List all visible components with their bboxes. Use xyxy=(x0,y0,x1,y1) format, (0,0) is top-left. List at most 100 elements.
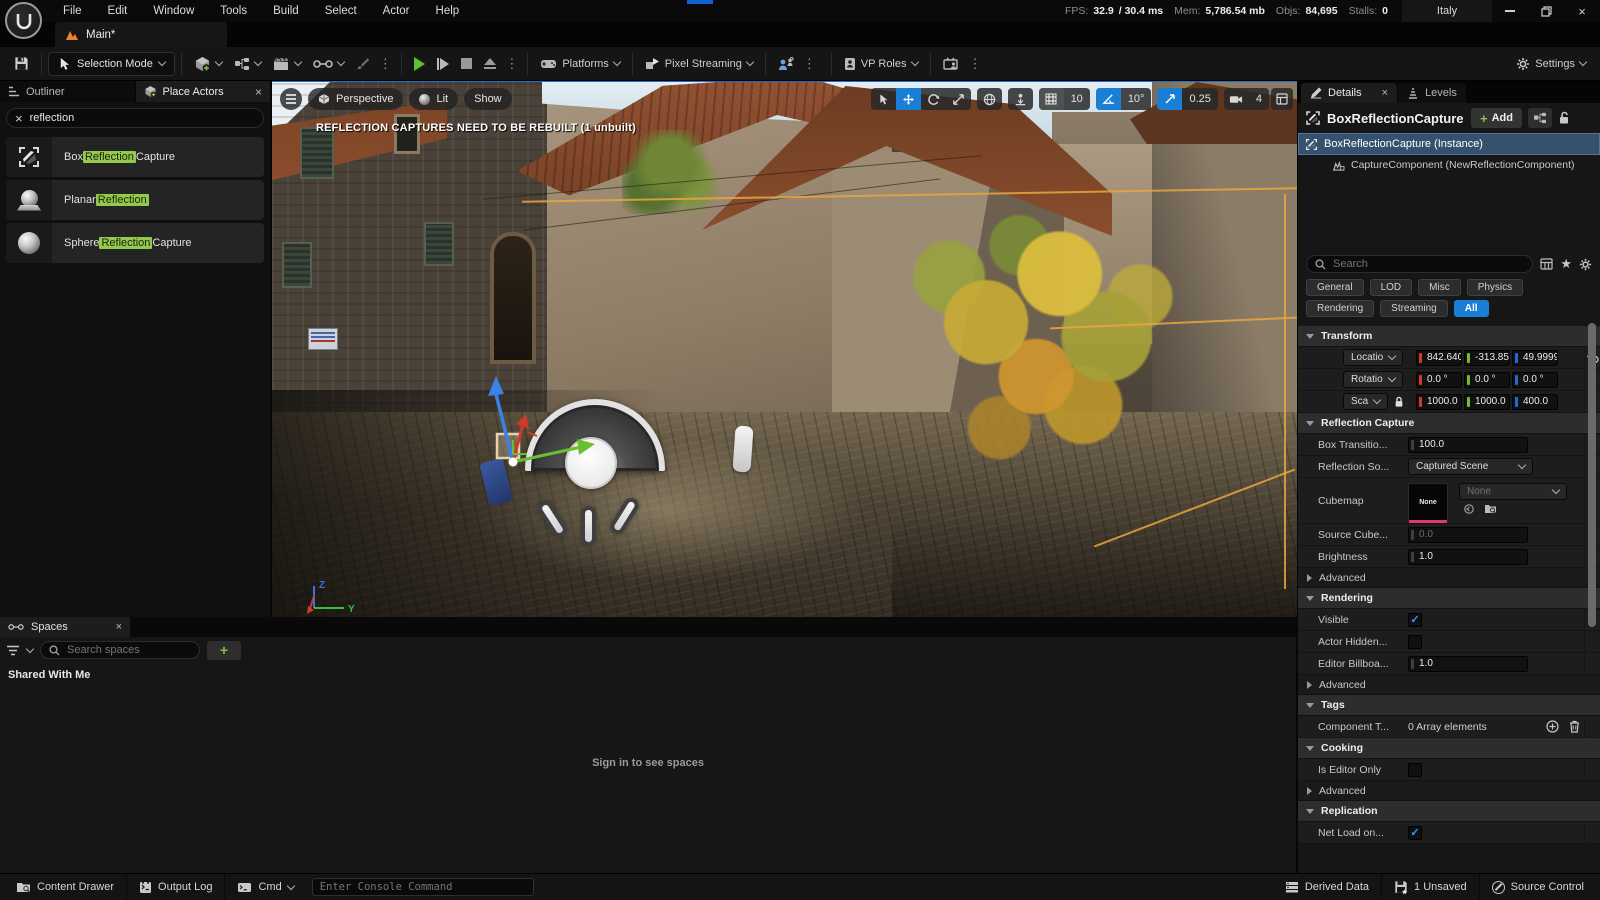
filter-streaming[interactable]: Streaming xyxy=(1380,300,1448,317)
console-input[interactable] xyxy=(320,881,526,893)
add-component-button[interactable]: + Add xyxy=(1471,108,1522,128)
visible-checkbox[interactable] xyxy=(1408,613,1422,627)
view-mode-dropdown[interactable]: Lit xyxy=(409,88,458,110)
source-control-button[interactable]: Source Control xyxy=(1480,874,1596,900)
section-replication[interactable]: Replication xyxy=(1298,801,1600,822)
play-options-menu[interactable]: ⋮ xyxy=(502,57,521,70)
platforms-dropdown[interactable]: Platforms xyxy=(534,52,625,76)
scale-type-dropdown[interactable]: Sca xyxy=(1343,393,1388,410)
transform-gizmo[interactable] xyxy=(477,372,617,482)
location-type-dropdown[interactable]: Locatio xyxy=(1343,349,1403,366)
filter-icon[interactable] xyxy=(6,645,20,656)
surface-snapping-button[interactable] xyxy=(1008,88,1033,110)
section-cooking[interactable]: Cooking xyxy=(1298,738,1600,759)
grid-snap-toggle[interactable] xyxy=(1039,88,1064,110)
location-z-field[interactable]: 49.9999 xyxy=(1512,350,1558,366)
filter-rendering[interactable]: Rendering xyxy=(1306,300,1374,317)
browse-to-asset-icon[interactable] xyxy=(1484,503,1497,514)
section-rendering[interactable]: Rendering xyxy=(1298,588,1600,609)
use-selected-asset-icon[interactable] xyxy=(1463,504,1475,514)
select-tool-button[interactable] xyxy=(871,88,896,110)
media-options-menu[interactable]: ⋮ xyxy=(966,57,985,70)
spaces-search-input[interactable] xyxy=(40,641,200,659)
grid-snap-value[interactable]: 10 xyxy=(1064,88,1090,110)
add-element-icon[interactable] xyxy=(1546,720,1559,733)
menu-help[interactable]: Help xyxy=(423,0,473,22)
place-actors-search-input[interactable]: × xyxy=(6,108,264,128)
advanced-expander[interactable]: Advanced xyxy=(1298,781,1600,801)
list-item-planar-reflection[interactable]: Planar Reflection xyxy=(6,180,264,220)
section-transform[interactable]: Transform xyxy=(1298,326,1600,347)
advanced-expander[interactable]: Advanced xyxy=(1298,568,1600,588)
minimize-button[interactable] xyxy=(1492,0,1528,22)
clear-icon[interactable]: × xyxy=(15,111,23,126)
search-input[interactable] xyxy=(1333,258,1524,270)
scale-tool-button[interactable] xyxy=(946,88,971,110)
selected-actor-name[interactable]: BoxReflectionCapture xyxy=(1327,111,1465,126)
edit-blueprint-button[interactable] xyxy=(1528,108,1552,128)
section-reflection-capture[interactable]: Reflection Capture xyxy=(1298,413,1600,434)
tab-levels[interactable]: Levels xyxy=(1398,83,1466,103)
tab-spaces[interactable]: Spaces × xyxy=(0,617,130,637)
pixel-streaming-dropdown[interactable]: Pixel Streaming xyxy=(639,52,759,76)
source-cubemap-angle-field[interactable]: 0.0 xyxy=(1408,527,1528,543)
camera-speed-button[interactable] xyxy=(1224,88,1249,110)
eject-button[interactable] xyxy=(478,52,502,76)
close-icon[interactable]: × xyxy=(116,621,122,633)
settings-dropdown[interactable]: Settings xyxy=(1510,52,1592,76)
multi-user-button[interactable]: ⋮ xyxy=(772,52,825,76)
menu-select[interactable]: Select xyxy=(312,0,370,22)
unlocked-icon[interactable] xyxy=(1558,111,1570,125)
save-button[interactable] xyxy=(8,52,35,76)
rotation-z-field[interactable]: 0.0 ° xyxy=(1512,372,1558,388)
section-tags[interactable]: Tags xyxy=(1298,695,1600,716)
brightness-field[interactable]: 1.0 xyxy=(1408,549,1528,565)
scale-z-field[interactable]: 400.0 xyxy=(1512,394,1558,410)
sequencer-button[interactable] xyxy=(307,52,350,76)
is-editor-only-checkbox[interactable] xyxy=(1408,763,1422,777)
chevron-down-icon[interactable] xyxy=(26,644,34,652)
frame-skip-button[interactable] xyxy=(431,52,456,76)
blueprints-button[interactable] xyxy=(228,52,267,76)
move-tool-button[interactable] xyxy=(896,88,921,110)
camera-speed-value[interactable]: 4 xyxy=(1249,88,1269,110)
trash-icon[interactable] xyxy=(1569,720,1580,733)
editor-billboard-field[interactable]: 1.0 xyxy=(1408,656,1528,672)
tab-outliner[interactable]: Outliner xyxy=(0,81,135,102)
scale-snap-value[interactable]: 0.25 xyxy=(1182,88,1217,110)
menu-tools[interactable]: Tools xyxy=(207,0,260,22)
add-actor-button[interactable] xyxy=(188,52,228,76)
unreal-logo-icon[interactable] xyxy=(5,2,42,39)
details-search-input[interactable] xyxy=(1306,255,1533,273)
scale-snap-toggle[interactable] xyxy=(1157,88,1182,110)
component-tree-root[interactable]: BoxReflectionCapture (Instance) xyxy=(1298,133,1600,155)
world-space-toggle[interactable] xyxy=(977,88,1002,110)
filter-misc[interactable]: Misc xyxy=(1418,279,1461,296)
tab-main-level[interactable]: Main* xyxy=(55,22,227,47)
menu-file[interactable]: File xyxy=(50,0,95,22)
cubemap-asset-dropdown[interactable]: None xyxy=(1459,483,1567,500)
unsaved-button[interactable]: 1 Unsaved xyxy=(1382,874,1480,900)
favorites-star-icon[interactable]: ★ xyxy=(1560,256,1572,272)
rotate-tool-button[interactable] xyxy=(921,88,946,110)
net-load-checkbox[interactable] xyxy=(1408,826,1422,840)
add-space-button[interactable]: + xyxy=(207,641,241,660)
content-drawer-button[interactable]: Content Drawer xyxy=(4,874,127,900)
scale-y-field[interactable]: 1000.0 xyxy=(1464,394,1510,410)
camera-mode-dropdown[interactable]: Perspective xyxy=(308,88,403,110)
location-y-field[interactable]: -313.85 xyxy=(1464,350,1510,366)
viewport-options-menu[interactable] xyxy=(280,88,302,110)
advanced-expander[interactable]: Advanced xyxy=(1298,675,1600,695)
vp-roles-dropdown[interactable]: VP Roles xyxy=(838,52,924,76)
output-log-button[interactable]: Output Log xyxy=(127,874,225,900)
property-matrix-icon[interactable] xyxy=(1540,258,1553,270)
rotation-type-dropdown[interactable]: Rotatio xyxy=(1343,371,1403,388)
box-transition-field[interactable]: 100.0 xyxy=(1408,437,1528,453)
close-icon[interactable]: × xyxy=(255,85,262,99)
tab-place-actors[interactable]: Place Actors × xyxy=(136,81,271,102)
restore-button[interactable] xyxy=(1528,0,1564,22)
scale-lock-icon[interactable] xyxy=(1394,396,1404,408)
cinematics-button[interactable] xyxy=(267,52,307,76)
details-settings-gear-icon[interactable] xyxy=(1579,258,1592,271)
menu-actor[interactable]: Actor xyxy=(370,0,423,22)
